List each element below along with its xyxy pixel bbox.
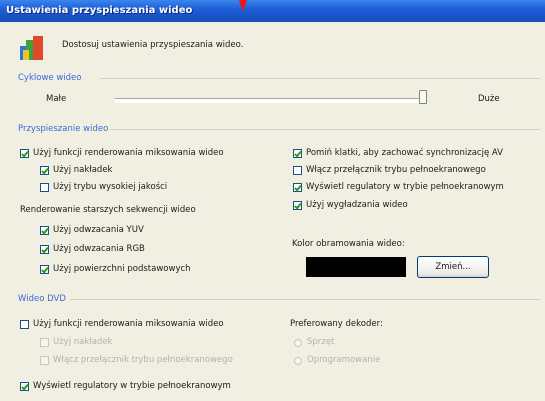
accel-group-title: Przyspieszanie wideo	[18, 124, 109, 134]
cyclic-slider-thumb[interactable]	[419, 90, 427, 104]
red-arrow-icon	[239, 0, 247, 12]
smoothing-checkbox[interactable]	[293, 201, 302, 210]
preferred-decoder-label: Preferowany dekoder:	[290, 319, 383, 329]
decoder-software-label: Oprogramowanie	[307, 355, 381, 365]
cyclic-slider-track[interactable]	[115, 98, 425, 103]
slider-max-label: Duże	[478, 94, 500, 104]
use-overlays-checkbox[interactable]	[40, 166, 49, 175]
cyclic-group-title: Cyklowe wideo	[18, 73, 82, 83]
yuv-checkbox[interactable]	[40, 226, 49, 235]
show-controls-label: Wyświetl regulatory w trybie pełnoekrano…	[306, 182, 504, 192]
cyclic-separator	[100, 78, 540, 79]
change-color-button[interactable]: Zmień...	[417, 256, 489, 278]
border-color-label: Kolor obramowania wideo:	[292, 239, 405, 249]
high-quality-label: Użyj trybu wysokiej jakości	[53, 182, 168, 192]
dvd-fullscreen-toggle-label: Włącz przełącznik trybu pełnoekranowego	[53, 355, 233, 365]
skip-frames-label: Pomiń klatki, aby zachować synchronizacj…	[306, 148, 503, 158]
fullscreen-toggle-label: Włącz przełącznik trybu pełnoekranowego	[306, 165, 486, 175]
dvd-use-mixing-label: Użyj funkcji renderowania miksowania wid…	[33, 319, 224, 329]
dvd-show-controls-label: Wyświetl regulatory w trybie pełnoekrano…	[33, 381, 231, 391]
decoder-hardware-radio[interactable]	[294, 339, 302, 347]
dvd-show-controls-checkbox[interactable]	[20, 382, 29, 391]
fullscreen-toggle-checkbox[interactable]	[293, 166, 302, 175]
video-settings-icon	[20, 36, 43, 60]
intro-text: Dostosuj ustawienia przyspieszania wideo…	[62, 40, 244, 50]
dvd-group-title: Wideo DVD	[18, 294, 66, 304]
show-controls-checkbox[interactable]	[293, 183, 302, 192]
title-bar[interactable]: Ustawienia przyspieszania wideo	[0, 0, 545, 22]
use-mixing-checkbox[interactable]	[20, 149, 29, 158]
accel-separator	[110, 129, 540, 130]
dvd-use-overlays-checkbox[interactable]	[40, 338, 49, 347]
primary-surfaces-checkbox[interactable]	[40, 265, 49, 274]
rgb-checkbox[interactable]	[40, 245, 49, 254]
rgb-label: Użyj odwzacania RGB	[53, 244, 145, 254]
primary-surfaces-label: Użyj powierzchni podstawowych	[53, 264, 191, 274]
use-mixing-label: Użyj funkcji renderowania miksowania wid…	[33, 148, 224, 158]
high-quality-checkbox[interactable]	[40, 183, 49, 192]
dvd-use-mixing-checkbox[interactable]	[20, 320, 29, 329]
skip-frames-checkbox[interactable]	[293, 149, 302, 158]
legacy-rendering-title: Renderowanie starszych sekwencji wideo	[20, 205, 196, 215]
dvd-fullscreen-toggle-checkbox[interactable]	[40, 356, 49, 365]
smoothing-label: Użyj wygładzania wideo	[306, 200, 408, 210]
slider-min-label: Małe	[46, 94, 67, 104]
window-title: Ustawienia przyspieszania wideo	[6, 5, 193, 16]
yuv-label: Użyj odwzacania YUV	[53, 225, 144, 235]
decoder-software-radio[interactable]	[294, 357, 302, 365]
border-color-swatch	[306, 257, 406, 277]
dvd-use-overlays-label: Użyj nakładek	[53, 337, 113, 347]
decoder-hardware-label: Sprzęt	[307, 337, 335, 347]
dvd-separator	[70, 299, 540, 300]
use-overlays-label: Użyj nakładek	[53, 165, 113, 175]
